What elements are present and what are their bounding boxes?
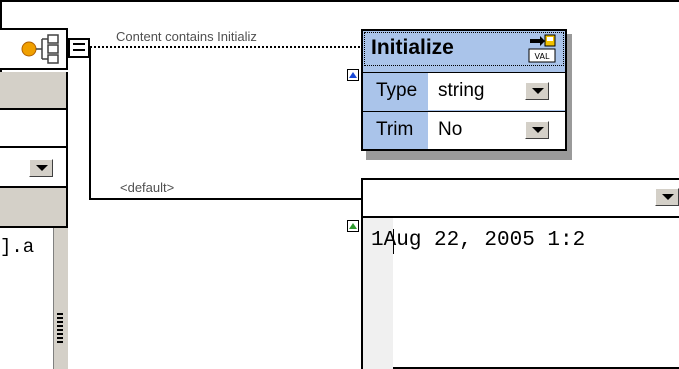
line-number: 1 [371,229,384,252]
property-value: No [438,119,463,140]
connector-line [89,47,91,200]
vertical-scrollbar[interactable] [53,228,68,369]
default-connector [90,198,362,200]
property-value: string [438,80,485,101]
component-row [0,188,68,228]
chevron-down-icon[interactable] [525,121,549,139]
canvas-frame-top [0,0,679,6]
text-caret [393,229,394,254]
default-label: <default> [120,180,175,195]
chevron-down-icon[interactable] [29,159,53,177]
editor-line[interactable]: 1Aug 22, 2005 1:2 [371,229,585,252]
condition-connector [90,46,360,48]
property-label: Trim [376,119,414,140]
chevron-down-icon[interactable] [655,188,679,206]
editor-content[interactable]: Aug 22, 2005 1:2 [384,229,586,252]
component-list-text: ].a [0,236,35,258]
component-row [0,110,68,148]
expand-marker-icon[interactable] [347,69,359,81]
property-label: Type [376,80,418,101]
component-title: Initialize [371,36,454,59]
hierarchy-icon [21,34,59,64]
expand-marker-icon[interactable] [347,220,359,232]
val-badge-text: VAL [535,52,550,61]
condition-label: Content contains Initializ [116,29,257,44]
component-row [0,72,68,110]
default-output-component[interactable] [361,178,679,369]
chevron-down-icon[interactable] [525,82,549,100]
divider [363,216,679,218]
collapse-toggle[interactable] [68,38,90,58]
validation-icon[interactable]: VAL [528,33,556,63]
scrollbar-grip[interactable] [57,313,63,343]
